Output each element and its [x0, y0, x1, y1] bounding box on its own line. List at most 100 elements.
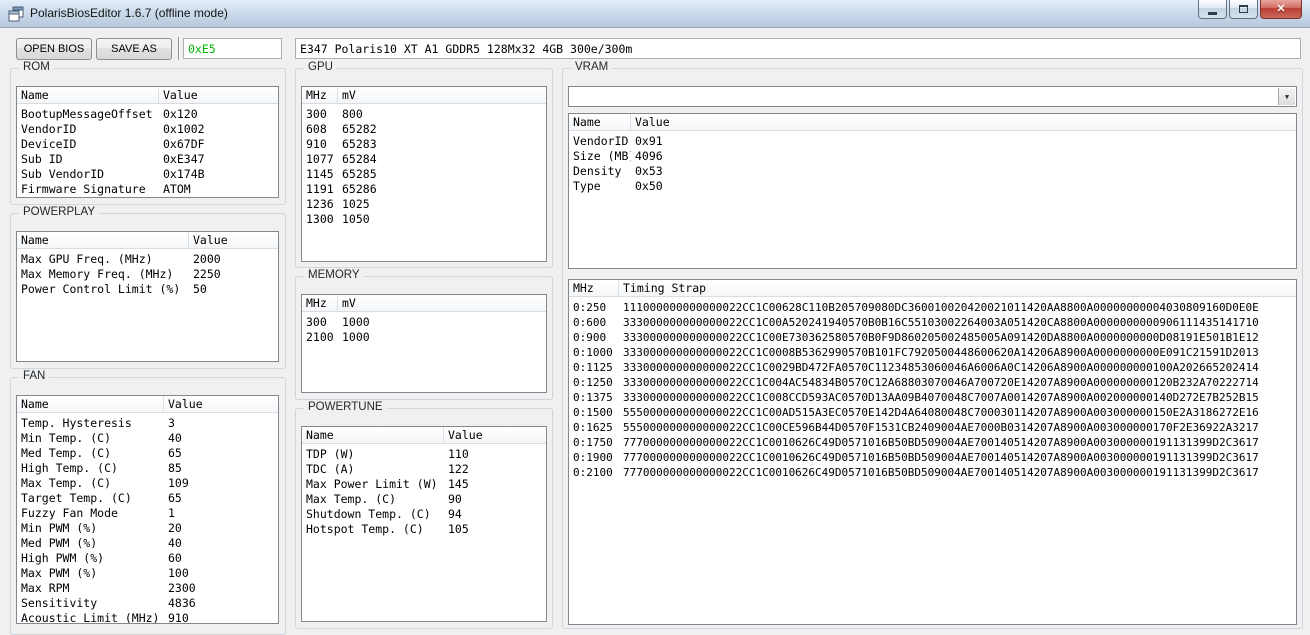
- powertune-table[interactable]: NameValue TDP (W)110TDC (A)122Max Power …: [301, 426, 547, 622]
- table-row[interactable]: 12361025: [302, 197, 546, 212]
- table-row[interactable]: 0:1625555000000000000022CC1C00CE596B44D0…: [569, 420, 1296, 435]
- table-row[interactable]: Max Temp. (C)90: [302, 492, 546, 507]
- table-row[interactable]: High Temp. (C)85: [17, 461, 278, 476]
- table-cell: Min Temp. (C): [17, 431, 164, 446]
- close-button[interactable]: ✕: [1260, 0, 1302, 19]
- table-row[interactable]: VendorID0x1002: [17, 122, 278, 137]
- table-row[interactable]: 0:1000333000000000000022CC1C0008B5362990…: [569, 345, 1296, 360]
- column-header[interactable]: Name: [17, 232, 189, 248]
- table-row[interactable]: 3001000: [302, 315, 546, 330]
- table-row[interactable]: 0:1750777000000000000022CC1C0010626C49D0…: [569, 435, 1296, 450]
- column-header[interactable]: MHz: [302, 295, 338, 311]
- vram-module-select[interactable]: K4G41325FE (SAMSUNG) ▼: [568, 86, 1297, 107]
- table-row[interactable]: Density0x53: [569, 164, 1296, 179]
- vram-info-table[interactable]: NameValue VendorID0x91Size (MB)4096Densi…: [568, 113, 1297, 269]
- table-row[interactable]: Min Temp. (C)40: [17, 431, 278, 446]
- table-row[interactable]: Sensitivity4836: [17, 596, 278, 611]
- table-row[interactable]: Max Power Limit (W)145: [302, 477, 546, 492]
- column-header[interactable]: Name: [17, 396, 164, 412]
- gpu-table[interactable]: MHzmV 3008006086528291065283107765284114…: [301, 86, 547, 262]
- rom-table[interactable]: NameValue BootupMessageOffset0x120Vendor…: [16, 86, 279, 198]
- table-row[interactable]: 21001000: [302, 330, 546, 345]
- memory-table-body: 300100021001000: [302, 312, 546, 345]
- table-cell: 1025: [338, 197, 546, 212]
- table-row[interactable]: 91065283: [302, 137, 546, 152]
- column-header[interactable]: mV: [338, 87, 546, 103]
- table-row[interactable]: TDP (W)110: [302, 447, 546, 462]
- table-row[interactable]: 0:900333000000000000022CC1C00E7303625805…: [569, 330, 1296, 345]
- save-as-button[interactable]: SAVE AS: [96, 38, 172, 60]
- fan-table[interactable]: NameValue Temp. Hysteresis3Min Temp. (C)…: [16, 395, 279, 624]
- minimize-button[interactable]: [1198, 0, 1227, 19]
- table-row[interactable]: Min PWM (%)20: [17, 521, 278, 536]
- chevron-down-icon[interactable]: ▼: [1278, 88, 1295, 105]
- table-row[interactable]: Sub ID0xE347: [17, 152, 278, 167]
- table-row[interactable]: Size (MB)4096: [569, 149, 1296, 164]
- table-row[interactable]: 0:250111000000000000022CC1C00628C110B205…: [569, 300, 1296, 315]
- table-row[interactable]: Max Temp. (C)109: [17, 476, 278, 491]
- table-cell: 0:1125: [569, 360, 619, 375]
- powerplay-table[interactable]: NameValue Max GPU Freq. (MHz)2000Max Mem…: [16, 231, 279, 362]
- table-cell: TDC (A): [302, 462, 444, 477]
- table-row[interactable]: Max GPU Freq. (MHz)2000: [17, 252, 278, 267]
- table-row[interactable]: 0:1500555000000000000022CC1C00AD515A3EC0…: [569, 405, 1296, 420]
- column-header[interactable]: MHz: [302, 87, 338, 103]
- table-row[interactable]: Med PWM (%)40: [17, 536, 278, 551]
- table-row[interactable]: TDC (A)122: [302, 462, 546, 477]
- table-row[interactable]: Type0x50: [569, 179, 1296, 194]
- table-row[interactable]: 0:1900777000000000000022CC1C0010626C49D0…: [569, 450, 1296, 465]
- table-row[interactable]: 0:1375333000000000000022CC1C008CCD593AC0…: [569, 390, 1296, 405]
- table-cell: 1145: [302, 167, 338, 182]
- powerplay-table-header: NameValue: [17, 232, 278, 249]
- table-row[interactable]: 0:2100777000000000000022CC1C0010626C49D0…: [569, 465, 1296, 480]
- maximize-button[interactable]: [1229, 0, 1258, 19]
- column-header[interactable]: Name: [302, 427, 444, 443]
- table-row[interactable]: 0:1125333000000000000022CC1C0029BD472FA0…: [569, 360, 1296, 375]
- table-row[interactable]: 13001050: [302, 212, 546, 227]
- table-row[interactable]: Max Memory Freq. (MHz)2250: [17, 267, 278, 282]
- powertune-table-header: NameValue: [302, 427, 546, 444]
- table-row[interactable]: Sub VendorID0x174B: [17, 167, 278, 182]
- table-cell: 1: [164, 506, 278, 521]
- table-cell: Type: [569, 179, 631, 194]
- table-row[interactable]: 114565285: [302, 167, 546, 182]
- column-header[interactable]: mV: [338, 295, 546, 311]
- column-header[interactable]: Value: [631, 114, 1296, 130]
- table-row[interactable]: Max RPM2300: [17, 581, 278, 596]
- column-header[interactable]: Value: [159, 87, 278, 103]
- table-row[interactable]: Temp. Hysteresis3: [17, 416, 278, 431]
- open-bios-button[interactable]: OPEN BIOS: [16, 38, 92, 60]
- table-row[interactable]: 107765284: [302, 152, 546, 167]
- column-header[interactable]: Name: [17, 87, 159, 103]
- table-row[interactable]: VendorID0x91: [569, 134, 1296, 149]
- column-header[interactable]: MHz: [569, 280, 619, 296]
- table-row[interactable]: 60865282: [302, 122, 546, 137]
- table-row[interactable]: Acoustic Limit (MHz)910: [17, 611, 278, 624]
- table-row[interactable]: Hotspot Temp. (C)105: [302, 522, 546, 537]
- vram-timings-table[interactable]: MHzTiming Strap 0:250111000000000000022C…: [568, 279, 1297, 625]
- table-row[interactable]: BootupMessageOffset0x120: [17, 107, 278, 122]
- table-row[interactable]: 119165286: [302, 182, 546, 197]
- table-row[interactable]: 0:1250333000000000000022CC1C004AC54834B0…: [569, 375, 1296, 390]
- table-row[interactable]: Power Control Limit (%)50: [17, 282, 278, 297]
- column-header[interactable]: Value: [189, 232, 278, 248]
- column-header[interactable]: Timing Strap: [619, 280, 1296, 296]
- table-row[interactable]: Max PWM (%)100: [17, 566, 278, 581]
- table-row[interactable]: High PWM (%)60: [17, 551, 278, 566]
- table-row[interactable]: DeviceID0x67DF: [17, 137, 278, 152]
- table-cell: 1077: [302, 152, 338, 167]
- checksum-input[interactable]: 0xE5: [183, 38, 282, 59]
- table-row[interactable]: Fuzzy Fan Mode1: [17, 506, 278, 521]
- table-cell: 300: [302, 107, 338, 122]
- table-row[interactable]: 300800: [302, 107, 546, 122]
- column-header[interactable]: Value: [164, 396, 278, 412]
- column-header[interactable]: Name: [569, 114, 631, 130]
- table-row[interactable]: Med Temp. (C)65: [17, 446, 278, 461]
- table-row[interactable]: Shutdown Temp. (C)94: [302, 507, 546, 522]
- table-row[interactable]: 0:600333000000000000022CC1C00A5202419405…: [569, 315, 1296, 330]
- bios-description-input[interactable]: E347 Polaris10 XT A1 GDDR5 128Mx32 4GB 3…: [295, 38, 1301, 59]
- table-row[interactable]: Firmware SignatureATOM: [17, 182, 278, 197]
- table-row[interactable]: Target Temp. (C)65: [17, 491, 278, 506]
- memory-table[interactable]: MHzmV 300100021001000: [301, 294, 547, 393]
- column-header[interactable]: Value: [444, 427, 546, 443]
